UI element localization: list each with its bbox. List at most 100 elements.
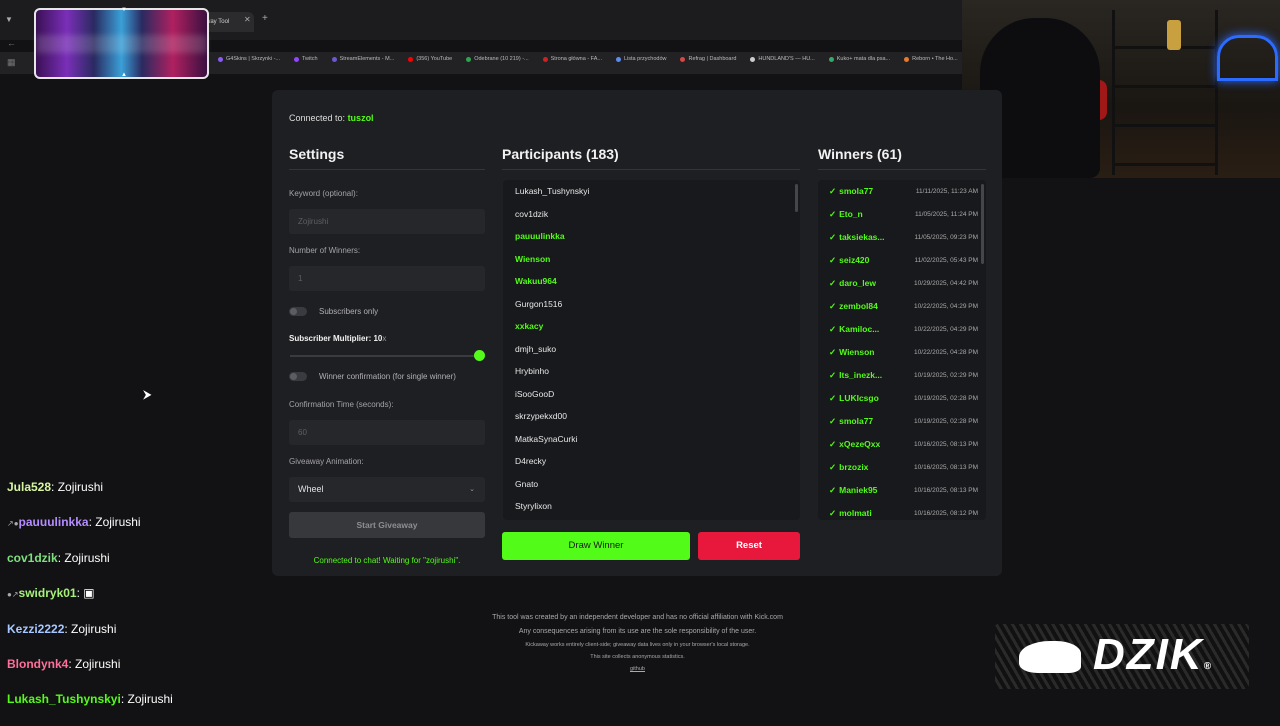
confirmation-time-label: Confirmation Time (seconds): — [289, 400, 394, 409]
chat-text: Zojirushi — [64, 550, 110, 565]
chat-text: Zojirushi — [71, 621, 117, 636]
chat-username: Kezzi2222 — [7, 621, 65, 636]
bookmark-item[interactable]: Strona główna - FA... — [542, 56, 602, 62]
winner-row: Eto_n 11/05/2025, 11:24 PM — [818, 203, 986, 226]
winner-name: molmati — [829, 508, 897, 519]
bookmark-item[interactable]: Twitch — [294, 56, 318, 62]
animation-label: Giveaway Animation: — [289, 457, 364, 466]
participant-row: Wienson — [515, 253, 551, 264]
participant-row: Lukash_Tushynskyi — [515, 186, 590, 196]
chat-separator: : — [51, 480, 58, 494]
winner-name: brzozix — [829, 462, 897, 473]
github-link[interactable]: github — [420, 663, 855, 675]
participant-row: xxkacy — [515, 321, 544, 331]
winner-row: smola77 11/11/2025, 11:23 AM — [818, 180, 986, 203]
bookmark-item[interactable]: Reborn • The Ho... — [904, 56, 958, 62]
dzik-logo: DZIK® — [995, 624, 1249, 689]
chat-message: ↗●pauuulinkka: Zojirushi — [7, 513, 257, 548]
winners-list[interactable]: smola77 11/11/2025, 11:23 AM Eto_n 11/05/20… — [818, 180, 986, 520]
bookmark-list: G4Skins | Skrzynki -... Twitch StreamEleme… — [218, 56, 958, 62]
bookmark-item[interactable]: Odebrane (10 219) -... — [466, 56, 529, 62]
winner-row: daro_lew 10/29/2025, 04:42 PM — [818, 272, 986, 295]
webcam-neon-sign — [1217, 35, 1278, 81]
winner-name: daro_lew — [829, 278, 897, 289]
multiplier-slider-track[interactable] — [290, 355, 478, 357]
winner-date: 10/16/2025, 08:13 PM — [914, 441, 978, 448]
bookmark-label: (356) YouTube — [416, 56, 453, 62]
connected-prefix: Connected to: — [289, 113, 346, 123]
chat-badge-icon: ↗● — [7, 519, 19, 529]
winner-date: 11/05/2025, 11:24 PM — [914, 211, 978, 218]
chat-text: Zojirushi — [75, 656, 121, 671]
bookmark-label: Refrag | Dashboard — [688, 56, 737, 62]
winner-date: 11/02/2025, 05:43 PM — [914, 257, 978, 264]
subscribers-only-toggle[interactable] — [289, 307, 307, 316]
chat-message: Blondynk4: Zojirushi — [7, 655, 257, 690]
winner-confirmation-toggle[interactable] — [289, 372, 307, 381]
tab-close-icon[interactable]: ✕ — [244, 15, 251, 24]
bookmark-favicon-icon — [615, 56, 621, 62]
winner-row: Kamiloc... 10/22/2025, 04:29 PM — [818, 318, 986, 341]
bookmark-label: Reborn • The Ho... — [912, 56, 958, 62]
bookmark-item[interactable]: Kuko+ mata dla psa... — [828, 56, 891, 62]
bookmark-item[interactable]: StreamElements - M... — [331, 56, 394, 62]
back-icon[interactable]: ← — [7, 38, 16, 48]
participants-heading: Participants (183) — [502, 146, 619, 162]
multiplier-suffix: x — [382, 334, 387, 343]
participants-scrollbar[interactable] — [795, 184, 798, 212]
bookmark-label: Twitch — [302, 56, 318, 62]
participant-row: Gnato — [515, 478, 539, 489]
winner-date: 10/22/2025, 04:29 PM — [914, 303, 978, 310]
winner-date: 11/05/2025, 09:23 PM — [914, 234, 978, 241]
winner-name: Kamiloc... — [829, 324, 897, 335]
chevron-down-icon: ▼ — [121, 7, 127, 13]
bookmark-label: HUNDLAND'S — HU... — [758, 56, 815, 62]
bookmark-item[interactable]: Refrag | Dashboard — [680, 56, 736, 62]
winner-date: 10/19/2025, 02:29 PM — [914, 372, 978, 379]
dzik-logo-reg: ® — [1203, 661, 1214, 672]
confirmation-time-input[interactable]: 60 — [289, 420, 485, 445]
boar-icon — [1019, 641, 1081, 673]
participant-row: skrzypekxd00 — [515, 411, 567, 421]
draw-winner-button[interactable]: Draw Winner — [502, 532, 690, 560]
winner-row: seiz420 11/02/2025, 05:43 PM — [818, 249, 986, 272]
winners-scrollbar[interactable] — [981, 184, 984, 264]
winner-name: Wienson — [829, 347, 897, 358]
bookmark-item[interactable]: (356) YouTube — [408, 56, 452, 62]
participants-divider — [502, 169, 800, 170]
winners-heading: Winners (61) — [818, 146, 902, 162]
bookmark-item[interactable]: HUNDLAND'S — HU... — [750, 56, 815, 62]
animation-select[interactable]: Wheel ⌄ — [289, 477, 485, 502]
participants-list[interactable]: Lukash_Tushynskyi cov1dzik pauuulinkka Wien… — [503, 180, 800, 520]
webcam-shelf — [1112, 10, 1218, 175]
winner-name: Eto_n — [829, 209, 897, 220]
bookmark-label: Kuko+ mata dla psa... — [836, 56, 891, 62]
subscribers-only-label: Subscribers only — [319, 307, 379, 316]
reset-button[interactable]: Reset — [698, 532, 800, 560]
keyword-input[interactable]: Zojirushi — [289, 209, 485, 234]
winner-row: Wienson 10/22/2025, 04:28 PM — [818, 341, 986, 364]
winner-date: 10/16/2025, 08:13 PM — [914, 464, 978, 471]
bookmark-item[interactable]: G4Skins | Skrzynki -... — [218, 56, 280, 62]
new-tab-icon[interactable]: + — [262, 13, 268, 24]
footer: This tool was created by an independent … — [420, 611, 855, 675]
tab-search-icon[interactable]: ▼ — [5, 15, 13, 24]
winner-name: xQezeQxx — [829, 439, 897, 450]
winners-count-input[interactable]: 1 — [289, 266, 485, 291]
winner-row: taksiekas... 11/05/2025, 09:23 PM — [818, 226, 986, 249]
chat-message: cov1dzik: Zojirushi — [7, 549, 257, 584]
chat-username: pauuulinkka — [18, 515, 89, 530]
participant-row: Styrylixon — [515, 501, 552, 511]
winner-name: seiz420 — [829, 255, 897, 266]
apps-icon[interactable]: ▦ — [7, 57, 16, 68]
multiplier-slider-thumb[interactable] — [474, 350, 485, 361]
winner-name: zembol84 — [829, 301, 897, 312]
winner-row: brzozix 10/16/2025, 08:13 PM — [818, 456, 986, 479]
chat-username: cov1dzik — [7, 550, 58, 565]
chat-status-text: Connected to chat! Waiting for "zojirush… — [313, 556, 461, 565]
start-giveaway-button[interactable]: Start Giveaway — [289, 512, 485, 538]
connection-status: Connected to: tuszol — [289, 113, 374, 123]
bookmark-item[interactable]: Lista przychodów — [615, 56, 666, 62]
webcam-overlay — [962, 0, 1280, 178]
settings-heading: Settings — [289, 146, 345, 162]
